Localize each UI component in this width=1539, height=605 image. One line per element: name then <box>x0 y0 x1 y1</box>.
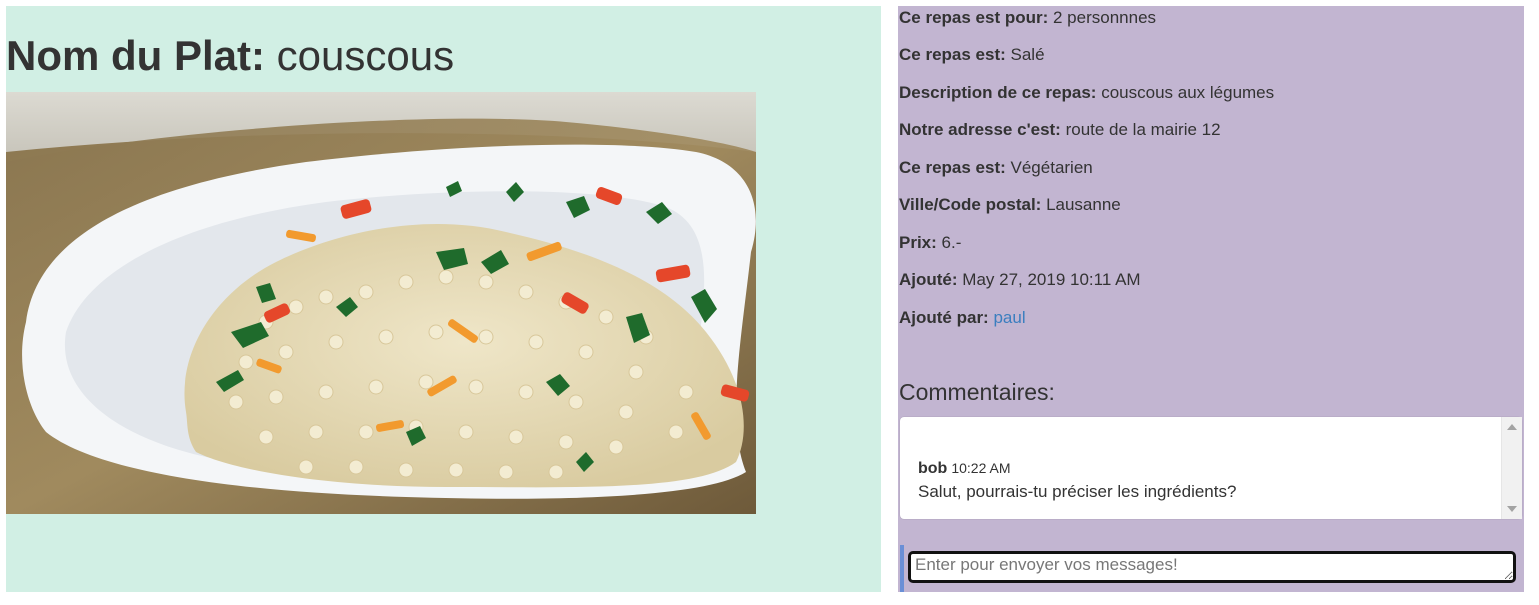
detail-label: Ce repas est: <box>899 158 1006 177</box>
dish-title-label: Nom du Plat: <box>6 32 265 79</box>
dish-title-value: couscous <box>276 32 455 79</box>
detail-description: Description de ce repas: couscous aux lé… <box>899 82 1274 104</box>
comment-text: Salut, pourrais-tu préciser les ingrédie… <box>918 482 1237 501</box>
comment-author: bob <box>918 460 948 477</box>
detail-city: Ville/Code postal: Lausanne <box>899 194 1121 216</box>
detail-address: Notre adresse c'est: route de la mairie … <box>899 119 1221 141</box>
comment-time: 10:22 AM <box>951 460 1011 476</box>
detail-value: 6.- <box>941 233 962 252</box>
detail-label: Notre adresse c'est: <box>899 120 1061 139</box>
detail-value: Végétarien <box>1010 158 1093 177</box>
dish-photo <box>6 92 756 514</box>
meal-details-panel: Ce repas est pour: 2 personnnes Ce repas… <box>898 6 1524 592</box>
detail-price: Prix: 6.- <box>899 232 961 254</box>
detail-value: May 27, 2019 10:11 AM <box>962 270 1141 289</box>
detail-added-date: Ajouté: May 27, 2019 10:11 AM <box>899 269 1141 291</box>
detail-taste: Ce repas est: Salé <box>899 44 1045 66</box>
detail-diet: Ce repas est: Végétarien <box>899 157 1093 179</box>
detail-label: Ville/Code postal: <box>899 195 1042 214</box>
detail-label: Prix: <box>899 233 937 252</box>
detail-label: Ajouté par: <box>899 308 989 327</box>
detail-value: Salé <box>1010 45 1045 64</box>
comment-meta: bob 10:22 AM <box>918 457 1478 480</box>
detail-value: route de la mairie 12 <box>1065 120 1221 139</box>
dish-panel: Nom du Plat: couscous <box>6 6 881 592</box>
detail-label: Ajouté: <box>899 270 958 289</box>
detail-label: Ce repas est: <box>899 45 1006 64</box>
comments-scrollbar[interactable] <box>1501 417 1522 519</box>
dish-title: Nom du Plat: couscous <box>6 32 454 80</box>
detail-label: Ce repas est pour: <box>899 8 1049 27</box>
scroll-down-arrow-icon[interactable] <box>1507 506 1517 512</box>
message-input[interactable] <box>908 551 1516 583</box>
author-link[interactable]: paul <box>993 308 1025 327</box>
detail-servings: Ce repas est pour: 2 personnnes <box>899 7 1156 29</box>
detail-value: 2 personnnes <box>1053 8 1157 27</box>
detail-label: Description de ce repas: <box>899 83 1097 102</box>
input-accent-bar <box>900 545 904 592</box>
detail-value: Lausanne <box>1046 195 1121 214</box>
comments-heading: Commentaires: <box>899 379 1055 405</box>
scroll-up-arrow-icon[interactable] <box>1507 424 1517 430</box>
comment-item: bob 10:22 AM Salut, pourrais-tu préciser … <box>918 457 1478 504</box>
detail-added-by: Ajouté par: paul <box>899 307 1026 329</box>
detail-value: couscous aux légumes <box>1101 83 1275 102</box>
comments-list[interactable]: bob 10:22 AM Salut, pourrais-tu préciser … <box>900 417 1522 519</box>
